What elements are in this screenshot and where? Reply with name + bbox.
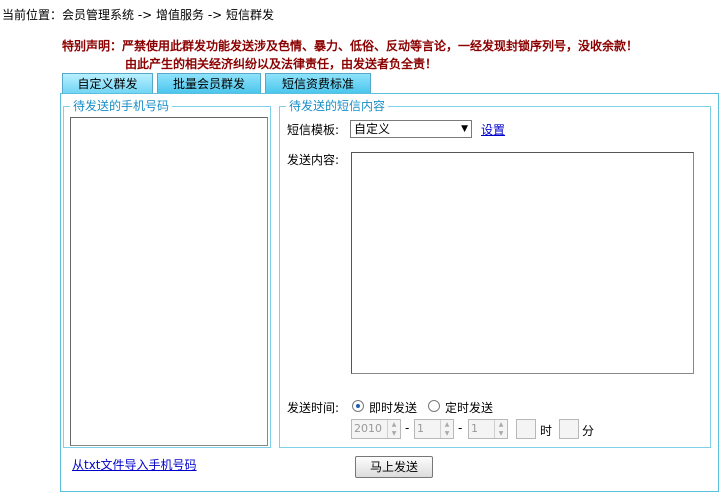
- tab-fee-standard[interactable]: 短信资费标准: [265, 73, 371, 94]
- send-now-button[interactable]: 马上发送: [355, 456, 433, 478]
- tab-custom-send[interactable]: 自定义群发: [62, 73, 153, 94]
- template-settings-link[interactable]: 设置: [481, 121, 505, 138]
- year-spinner[interactable]: 2010 ▲ ▼: [351, 419, 401, 439]
- spin-down-icon[interactable]: ▼: [441, 429, 453, 438]
- radio-send-scheduled[interactable]: [428, 400, 440, 412]
- spin-down-icon[interactable]: ▼: [388, 429, 400, 438]
- template-select[interactable]: 自定义 ▼: [350, 120, 472, 138]
- month-spinner[interactable]: 1 ▲ ▼: [414, 419, 454, 439]
- spin-down-icon[interactable]: ▼: [495, 429, 507, 438]
- chevron-down-icon: ▼: [461, 124, 468, 134]
- phone-list-input[interactable]: [70, 117, 268, 446]
- content-label: 发送内容:: [287, 153, 340, 167]
- month-value: 1: [417, 422, 424, 435]
- phone-legend: 待发送的手机号码: [70, 99, 173, 113]
- sms-legend: 待发送的短信内容: [286, 99, 389, 113]
- notice-line-2: 由此产生的相关经济纠纷以及法律责任，由发送者负全责！: [125, 57, 438, 71]
- hour-unit: 时: [540, 424, 553, 438]
- spin-up-icon[interactable]: ▲: [441, 420, 453, 429]
- send-scheduled-label: 定时发送: [445, 401, 494, 415]
- time-label: 发送时间:: [287, 401, 340, 415]
- sms-content-textarea[interactable]: [351, 152, 694, 374]
- day-spinner[interactable]: 1 ▲ ▼: [468, 419, 508, 439]
- template-select-value: 自定义: [354, 122, 391, 136]
- import-phones-link[interactable]: 从txt文件导入手机号码: [72, 456, 197, 473]
- date-dash: -: [405, 421, 410, 435]
- send-now-label: 即时发送: [369, 401, 418, 415]
- spin-up-icon[interactable]: ▲: [388, 420, 400, 429]
- minute-unit: 分: [582, 424, 595, 438]
- year-value: 2010: [354, 422, 382, 435]
- day-value: 1: [471, 422, 478, 435]
- template-label: 短信模板:: [287, 123, 340, 137]
- minute-input[interactable]: [559, 419, 579, 439]
- date-dash: -: [458, 421, 463, 435]
- tab-member-send[interactable]: 批量会员群发: [157, 73, 261, 94]
- radio-send-now[interactable]: [352, 400, 364, 412]
- notice-line-1: 特别声明：严禁使用此群发功能发送涉及色情、暴力、低俗、反动等言论，一经发现封锁序…: [62, 39, 639, 53]
- spin-up-icon[interactable]: ▲: [495, 420, 507, 429]
- hour-input[interactable]: [516, 419, 536, 439]
- breadcrumb: 当前位置：会员管理系统 -> 增值服务 -> 短信群发: [2, 8, 275, 22]
